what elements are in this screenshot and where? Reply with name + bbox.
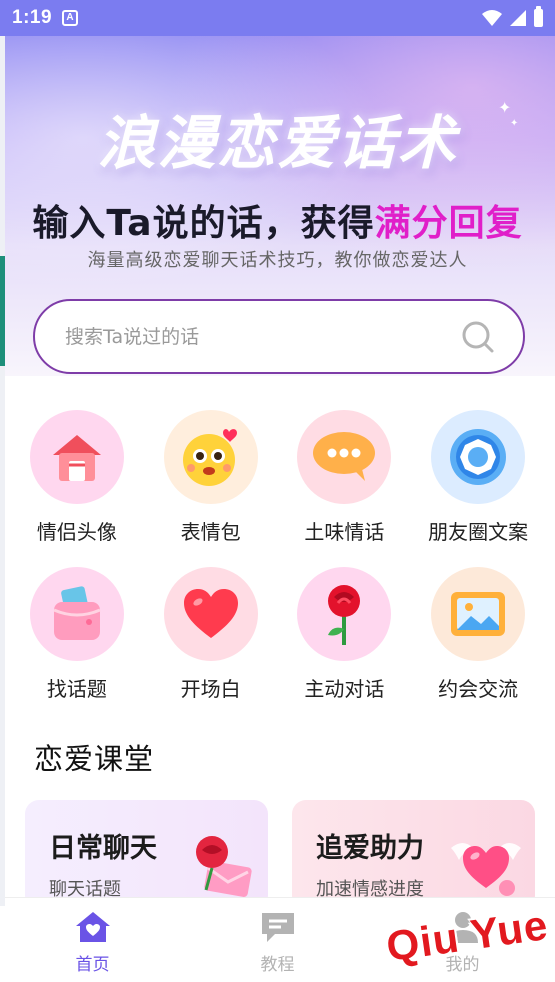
wallet-icon: [29, 567, 124, 661]
nav-label: 首页: [75, 955, 110, 975]
hero-headline: 输入Ta说的话，获得满分回复: [0, 194, 555, 246]
search-bar[interactable]: [33, 299, 525, 374]
feature-sticker[interactable]: 表情包: [146, 410, 276, 567]
feature-row: 找话题 开场白 主动对话 约会交流: [0, 567, 555, 724]
chat-bubble-icon: [297, 410, 392, 504]
feature-label: 表情包: [180, 520, 241, 544]
aperture-icon: [431, 410, 526, 504]
hero-subtitle: 海量高级恋爱聊天话术技巧，教你做恋爱达人: [87, 250, 468, 271]
house-icon: [29, 410, 124, 504]
message-icon: [261, 913, 294, 942]
card-love-boost[interactable]: 追爱助力 加速情感进度: [292, 800, 535, 910]
feature-label: 约会交流: [438, 677, 519, 701]
course-cards: 日常聊天 聊天话题 追爱助力 加速情感进度: [25, 800, 535, 910]
section-title: 恋爱课堂: [34, 742, 155, 776]
nav-home[interactable]: 首页: [33, 910, 153, 975]
status-bar: 1:19 A: [0, 0, 555, 36]
feature-date-talk[interactable]: 约会交流: [413, 567, 543, 724]
feature-cheesy-lines[interactable]: 土味情话: [279, 410, 409, 567]
feature-couple-avatar[interactable]: 情侣头像: [12, 410, 142, 567]
feature-moments-copy[interactable]: 朋友圈文案: [413, 410, 543, 567]
feature-label: 主动对话: [304, 677, 385, 701]
notification-a-icon: A: [62, 10, 79, 26]
rose-icon: [297, 567, 392, 661]
picture-icon: [431, 567, 526, 661]
nav-label: 教程: [260, 955, 295, 975]
rose-envelope-icon: [196, 836, 252, 897]
search-input[interactable]: [65, 325, 461, 348]
nav-tutorial[interactable]: 教程: [218, 910, 338, 975]
emoji-face-icon: [163, 410, 258, 504]
hero-title: 浪漫恋爱话术: [97, 109, 458, 177]
feature-grid: 情侣头像 表情包 土味情话 朋友圈文案 找话题 开场白 主动对话 约会交流: [0, 410, 555, 724]
feature-label: 土味情话: [304, 520, 385, 544]
screen-edge: [0, 36, 5, 906]
feature-label: 开场白: [180, 677, 241, 701]
battery-icon: [534, 6, 543, 27]
feature-label: 找话题: [46, 677, 107, 701]
feature-label: 情侣头像: [36, 520, 117, 544]
feature-row: 情侣头像 表情包 土味情话 朋友圈文案: [0, 410, 555, 567]
feature-find-topic[interactable]: 找话题: [12, 567, 142, 724]
feature-opening-line[interactable]: 开场白: [146, 567, 276, 724]
feature-proactive-chat[interactable]: 主动对话: [279, 567, 409, 724]
hero-banner: ✦ ✦ 浪漫恋爱话术 输入Ta说的话，获得满分回复 海量高级恋爱聊天话术技巧，教…: [0, 36, 555, 376]
heart-icon: [163, 567, 258, 661]
wifi-icon: [482, 10, 502, 26]
headline-prefix: 输入Ta说的话，获得: [32, 203, 375, 244]
winged-heart-icon: [451, 843, 521, 896]
home-icon: [75, 912, 110, 942]
signal-icon: [510, 10, 526, 26]
status-time: 1:19: [12, 7, 53, 28]
card-daily-chat[interactable]: 日常聊天 聊天话题: [25, 800, 268, 910]
feature-label: 朋友圈文案: [428, 520, 529, 544]
search-icon[interactable]: [461, 320, 495, 354]
headline-accent: 满分回复: [374, 203, 523, 244]
status-icons: [482, 6, 543, 27]
